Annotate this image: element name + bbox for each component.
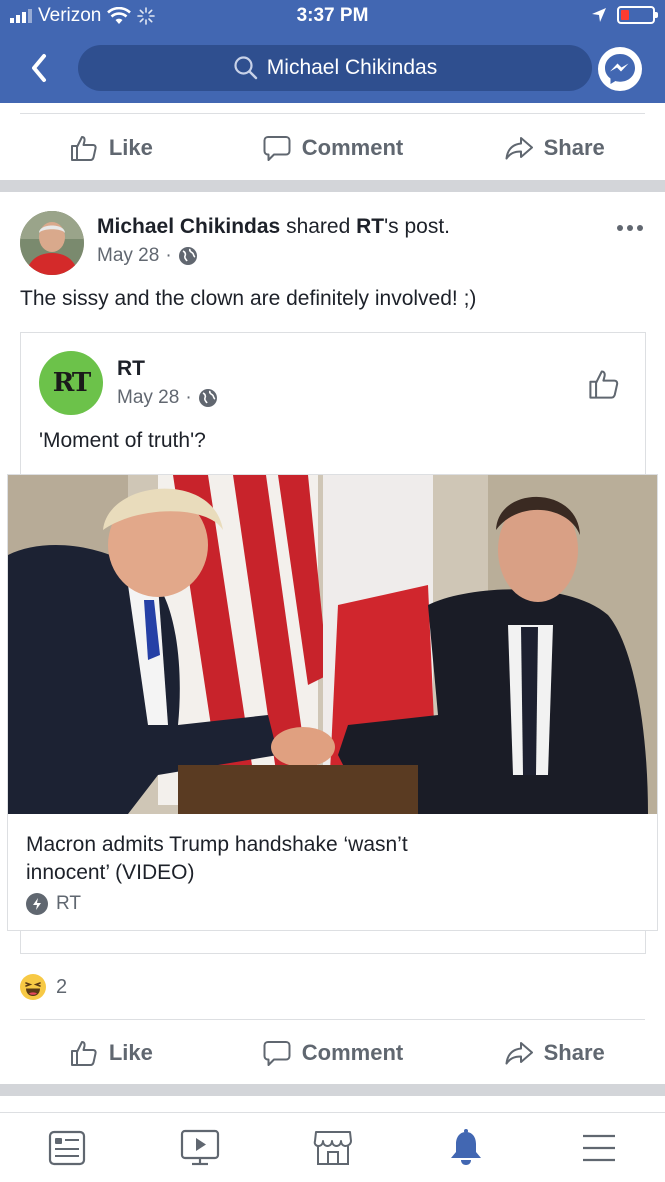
battery-icon: [617, 6, 658, 24]
share-button[interactable]: Share: [443, 1038, 665, 1068]
comment-icon: [263, 136, 291, 161]
comment-button[interactable]: Comment: [222, 133, 444, 163]
link-title[interactable]: Macron admits Trump handshake ‘wasn’t in…: [26, 831, 496, 887]
thumbs-up-icon: [70, 136, 97, 161]
thumbs-up-icon: [70, 1041, 97, 1066]
chevron-left-icon: [32, 54, 46, 82]
feed-separator: [0, 1084, 665, 1096]
feed-separator: [0, 180, 665, 192]
clock: 3:37 PM: [296, 5, 369, 26]
post-meta: May 28 ·: [97, 245, 198, 267]
divider: [20, 1019, 645, 1020]
like-button[interactable]: Like: [0, 133, 222, 163]
link-preview-image[interactable]: [8, 475, 657, 814]
shared-post-meta: May 28 ·: [117, 387, 218, 409]
handshake-photo: [8, 475, 657, 814]
haha-emoji-icon: [20, 974, 46, 1000]
watch-icon: [180, 1129, 219, 1165]
instant-article-bolt-icon: [26, 893, 48, 915]
shared-page-name[interactable]: RT: [117, 357, 145, 381]
post-header: Michael Chikindas shared RT's post.: [97, 215, 450, 238]
post-text: The sissy and the clown are definitely i…: [20, 287, 477, 310]
divider: [20, 113, 645, 114]
messenger-button[interactable]: [598, 47, 642, 91]
rt-logo[interactable]: RT: [39, 351, 103, 415]
like-page-button[interactable]: [587, 367, 621, 406]
reactions-summary[interactable]: 2: [20, 974, 67, 1000]
tab-notifications[interactable]: [399, 1128, 532, 1167]
tab-marketplace[interactable]: [266, 1129, 399, 1167]
notifications-icon: [450, 1128, 481, 1165]
top-bar: Verizon 3:37 PM Michael Chikindas: [0, 0, 665, 103]
shared-card-bottom-border: [20, 953, 646, 954]
post-date[interactable]: May 28: [97, 245, 159, 267]
globe-icon: [178, 247, 197, 265]
messenger-icon: [605, 54, 635, 84]
author-avatar[interactable]: [20, 211, 84, 275]
share-arrow-icon: [505, 137, 533, 160]
tab-menu[interactable]: [532, 1132, 665, 1164]
tab-news-feed[interactable]: [0, 1130, 133, 1166]
comment-icon: [263, 1041, 291, 1066]
share-arrow-icon: [505, 1042, 533, 1065]
more-options-button[interactable]: [617, 223, 645, 233]
location-arrow-icon: [592, 8, 606, 22]
tab-watch[interactable]: [133, 1129, 266, 1167]
bottom-tab-bar: [0, 1112, 665, 1182]
author-name[interactable]: Michael Chikindas: [97, 215, 280, 238]
shared-source-name[interactable]: RT: [356, 215, 384, 238]
search-input[interactable]: Michael Chikindas: [78, 45, 592, 91]
comment-button[interactable]: Comment: [222, 1038, 444, 1068]
status-bar: Verizon 3:37 PM: [0, 0, 665, 34]
back-button[interactable]: [22, 48, 58, 88]
action-bar: Like Comment Share: [0, 1021, 665, 1085]
globe-icon: [198, 389, 217, 407]
search-icon: [234, 56, 257, 80]
menu-icon: [582, 1134, 615, 1161]
news-feed-icon: [48, 1130, 85, 1165]
marketplace-icon: [313, 1130, 352, 1165]
feed-gap: [0, 1096, 665, 1112]
avatar-image: [20, 211, 84, 275]
reaction-count: 2: [56, 975, 68, 998]
shared-post-text: 'Moment of truth'?: [39, 429, 206, 452]
action-bar-previous: Like Comment Share: [0, 116, 665, 180]
search-query: Michael Chikindas: [266, 56, 438, 79]
share-button[interactable]: Share: [443, 133, 665, 163]
shared-post-date[interactable]: May 28: [117, 387, 179, 409]
link-source: RT: [26, 893, 81, 915]
link-preview-card[interactable]: Macron admits Trump handshake ‘wasn’t in…: [7, 474, 658, 931]
like-button[interactable]: Like: [0, 1038, 222, 1068]
thumbs-up-icon: [589, 370, 619, 399]
